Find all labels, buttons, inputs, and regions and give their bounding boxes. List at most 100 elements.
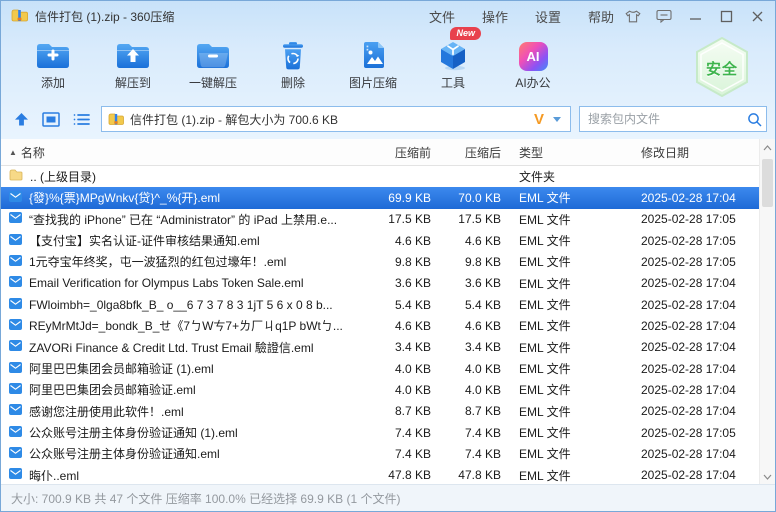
file-row[interactable]: 阿里巴巴集团会员邮箱验证 (1).eml 4.0 KB 4.0 KB EML 文… xyxy=(1,358,760,379)
search-icon[interactable] xyxy=(747,112,762,127)
file-name: 1元夺宝年终奖，屯一波猛烈的红包过壕年！.eml xyxy=(29,253,286,270)
file-row[interactable]: ZAVORi Finance & Credit Ltd. Trust Email… xyxy=(1,337,760,358)
feedback-icon[interactable] xyxy=(656,8,672,24)
file-type: EML 文件 xyxy=(507,315,629,336)
column-header-type[interactable]: 类型 xyxy=(507,139,629,165)
parent-dir-row[interactable]: .. (上级目录) 文件夹 xyxy=(1,166,760,187)
toolbar-tools-button[interactable]: New 工具 xyxy=(413,33,493,99)
file-type: EML 文件 xyxy=(507,230,629,251)
image-compress-icon xyxy=(357,37,389,71)
zip-file-icon xyxy=(108,113,124,126)
file-size-after: 8.7 KB xyxy=(437,401,507,422)
file-size-after: 5.4 KB xyxy=(437,294,507,315)
toolbar-ai-office-button[interactable]: AI AI办公 xyxy=(493,33,573,99)
file-row[interactable]: 公众账号注册主体身份验证通知.eml 7.4 KB 7.4 KB EML 文件 … xyxy=(1,443,760,464)
column-header-date[interactable]: 修改日期 xyxy=(629,139,760,165)
file-size-before: 47.8 KB xyxy=(353,465,437,486)
menu-settings[interactable]: 设置 xyxy=(535,7,561,26)
toolbar-image-compress-label: 图片压缩 xyxy=(349,74,397,91)
toolbar-one-click-extract-button[interactable]: 一键解压 xyxy=(173,33,253,99)
file-name: REyMrMtJd=_bondk_B_せ《7ㄅWㄘ7+ㄌ厂ㄐq1P bWtㄅ..… xyxy=(29,317,343,334)
eml-file-icon xyxy=(9,191,22,205)
maximize-button[interactable] xyxy=(718,8,734,24)
up-directory-icon[interactable] xyxy=(9,107,33,131)
vip-v-label[interactable]: V xyxy=(534,111,544,128)
title-bar[interactable]: 信件打包 (1).zip - 360压缩 文件 操作 设置 帮助 xyxy=(1,1,775,31)
window-controls xyxy=(625,1,765,31)
file-date: 2025-02-28 17:04 xyxy=(629,273,760,294)
toolbar-image-compress-button[interactable]: 图片压缩 xyxy=(333,33,413,99)
file-row[interactable]: {發}%{票}MPgWnkv{贷}^_%{开}.eml 69.9 KB 70.0… xyxy=(1,187,760,208)
scrollbar[interactable] xyxy=(759,139,775,486)
file-name: Email Verification for Olympus Labs Toke… xyxy=(29,276,304,290)
file-size-after: 4.0 KB xyxy=(437,358,507,379)
file-size-before: 4.0 KB xyxy=(353,358,437,379)
window-title: 信件打包 (1).zip - 360压缩 xyxy=(35,8,174,25)
toolbar-delete-button[interactable]: 删除 xyxy=(253,33,333,99)
minimize-button[interactable] xyxy=(687,8,703,24)
menu-help[interactable]: 帮助 xyxy=(588,7,614,26)
column-header-after[interactable]: 压缩后 xyxy=(437,139,507,165)
list-view-icon[interactable] xyxy=(69,107,93,131)
safety-badge-label: 安全 xyxy=(693,58,751,79)
eml-file-icon xyxy=(9,447,22,461)
file-size-before: 4.6 KB xyxy=(353,315,437,336)
eml-file-icon xyxy=(9,276,22,290)
search-box xyxy=(579,106,767,132)
file-row[interactable]: 晦仆..eml 47.8 KB 47.8 KB EML 文件 2025-02-2… xyxy=(1,465,760,486)
file-size-after: 9.8 KB xyxy=(437,251,507,272)
close-button[interactable] xyxy=(749,8,765,24)
ai-gradient-icon: AI xyxy=(519,37,548,71)
eml-file-icon xyxy=(9,383,22,397)
column-header-name[interactable]: ▲ 名称 xyxy=(1,144,353,161)
file-date: 2025-02-28 17:05 xyxy=(629,230,760,251)
file-type: EML 文件 xyxy=(507,379,629,400)
file-size-after: 4.6 KB xyxy=(437,230,507,251)
skin-shirt-icon[interactable] xyxy=(625,8,641,24)
scrollbar-thumb[interactable] xyxy=(762,159,773,207)
file-date: 2025-02-28 17:05 xyxy=(629,422,760,443)
menu-action[interactable]: 操作 xyxy=(482,7,508,26)
file-size-after: 47.8 KB xyxy=(437,465,507,486)
eml-file-icon xyxy=(9,234,22,248)
toolbar-extract-to-button[interactable]: 解压到 xyxy=(93,33,173,99)
search-input[interactable] xyxy=(580,112,747,126)
file-size-after: 4.0 KB xyxy=(437,379,507,400)
toolbar-add-button[interactable]: 添加 xyxy=(13,33,93,99)
file-size-before: 3.4 KB xyxy=(353,337,437,358)
file-row[interactable]: “查找我的 iPhone” 已在 “Administrator” 的 iPad … xyxy=(1,209,760,230)
address-bar[interactable]: 信件打包 (1).zip - 解包大小为 700.6 KB V xyxy=(101,106,571,132)
file-row[interactable]: REyMrMtJd=_bondk_B_せ《7ㄅWㄘ7+ㄌ厂ㄐq1P bWtㄅ..… xyxy=(1,315,760,336)
view-mode-icon[interactable] xyxy=(39,107,63,131)
file-row[interactable]: 1元夺宝年终奖，屯一波猛烈的红包过壕年！.eml 9.8 KB 9.8 KB E… xyxy=(1,251,760,272)
eml-file-icon xyxy=(9,362,22,376)
file-date: 2025-02-28 17:05 xyxy=(629,209,760,230)
scroll-up-icon[interactable] xyxy=(760,141,775,155)
trash-recycle-icon xyxy=(276,37,310,71)
file-type: EML 文件 xyxy=(507,187,629,208)
eml-file-icon xyxy=(9,340,22,354)
eml-file-icon xyxy=(9,212,22,226)
column-header-before[interactable]: 压缩前 xyxy=(353,139,437,165)
toolbar-ai-office-label: AI办公 xyxy=(515,74,550,91)
chevron-down-icon[interactable] xyxy=(552,116,562,123)
menu-file[interactable]: 文件 xyxy=(429,7,455,26)
file-row[interactable]: 【支付宝】实名认证-证件审核结果通知.eml 4.6 KB 4.6 KB EML… xyxy=(1,230,760,251)
file-size-before: 3.6 KB xyxy=(353,273,437,294)
safety-badge[interactable]: 安全 xyxy=(693,37,751,97)
toolbar-tools-label: 工具 xyxy=(441,74,465,91)
file-type: EML 文件 xyxy=(507,337,629,358)
toolbar-extract-to-label: 解压到 xyxy=(115,74,151,91)
file-size-after: 7.4 KB xyxy=(437,422,507,443)
file-date: 2025-02-28 17:04 xyxy=(629,465,760,486)
file-row[interactable]: Email Verification for Olympus Labs Toke… xyxy=(1,273,760,294)
file-row[interactable]: 阿里巴巴集团会员邮箱验证.eml 4.0 KB 4.0 KB EML 文件 20… xyxy=(1,379,760,400)
scroll-down-icon[interactable] xyxy=(760,470,775,484)
file-row[interactable]: FWloimbh=_0lga8bfk_B_ o__6 7 3 7 8 3 1jT… xyxy=(1,294,760,315)
file-row[interactable]: 公众账号注册主体身份验证通知 (1).eml 7.4 KB 7.4 KB EML… xyxy=(1,422,760,443)
eml-file-icon xyxy=(9,404,22,418)
file-list-panel: ▲ 名称 压缩前 压缩后 类型 修改日期 .. (上级目录) xyxy=(1,139,775,486)
eml-file-icon xyxy=(9,319,22,333)
file-row[interactable]: 感谢您注册使用此软件！.eml 8.7 KB 8.7 KB EML 文件 202… xyxy=(1,401,760,422)
file-type: EML 文件 xyxy=(507,422,629,443)
